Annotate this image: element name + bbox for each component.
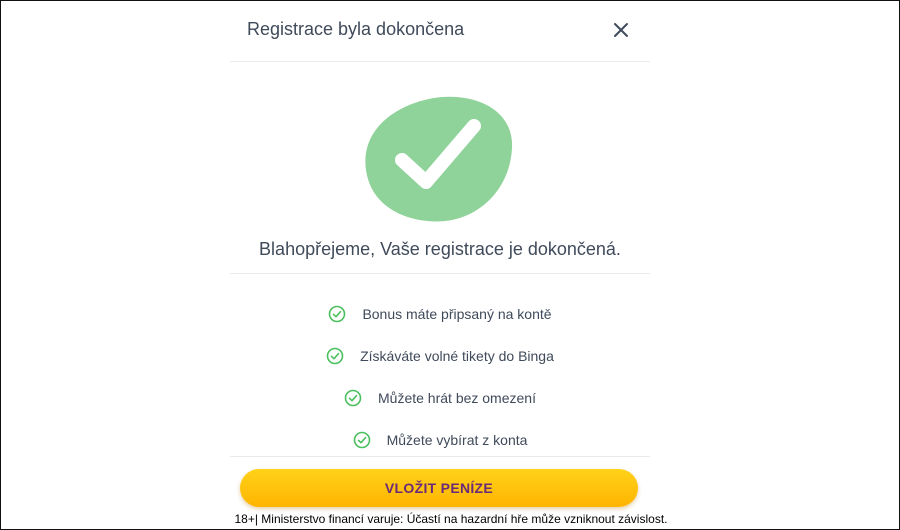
modal-title: Registrace byla dokončena: [247, 19, 465, 39]
check-circle-icon: [344, 389, 362, 407]
benefit-label: Můžete vybírat z konta: [386, 432, 528, 448]
close-icon[interactable]: [610, 19, 632, 41]
check-circle-icon: [329, 305, 346, 323]
check-circle-icon: [326, 347, 344, 365]
benefit-item: Můžete vybírat z konta: [230, 419, 650, 461]
deposit-button[interactable]: VLOŽIT PENÍZE: [240, 469, 638, 507]
benefit-label: Můžete hrát bez omezení: [378, 390, 536, 406]
check-circle-icon: [353, 431, 370, 449]
divider: [230, 456, 650, 457]
registration-complete-modal: Registrace byla dokončena Blahopřejeme, …: [230, 1, 650, 511]
modal-header: Registrace byla dokončena: [230, 1, 650, 62]
benefit-item: Můžete hrát bez omezení: [230, 377, 650, 419]
success-checkmark-icon: [364, 96, 514, 226]
benefit-label: Získáváte volné tikety do Binga: [360, 348, 554, 364]
divider: [230, 273, 650, 274]
benefit-item: Získáváte volné tikety do Binga: [230, 335, 650, 377]
benefit-item: Bonus máte připsaný na kontě: [230, 293, 650, 335]
benefits-list: Bonus máte připsaný na kontě Získáváte v…: [230, 293, 650, 461]
gambling-disclaimer: 18+| Ministerstvo financí varuje: Účastí…: [234, 512, 668, 526]
success-headline: Blahopřejeme, Vaše registrace je dokonče…: [259, 239, 621, 259]
benefit-label: Bonus máte připsaný na kontě: [362, 306, 552, 322]
page-frame: Registrace byla dokončena Blahopřejeme, …: [0, 0, 900, 530]
